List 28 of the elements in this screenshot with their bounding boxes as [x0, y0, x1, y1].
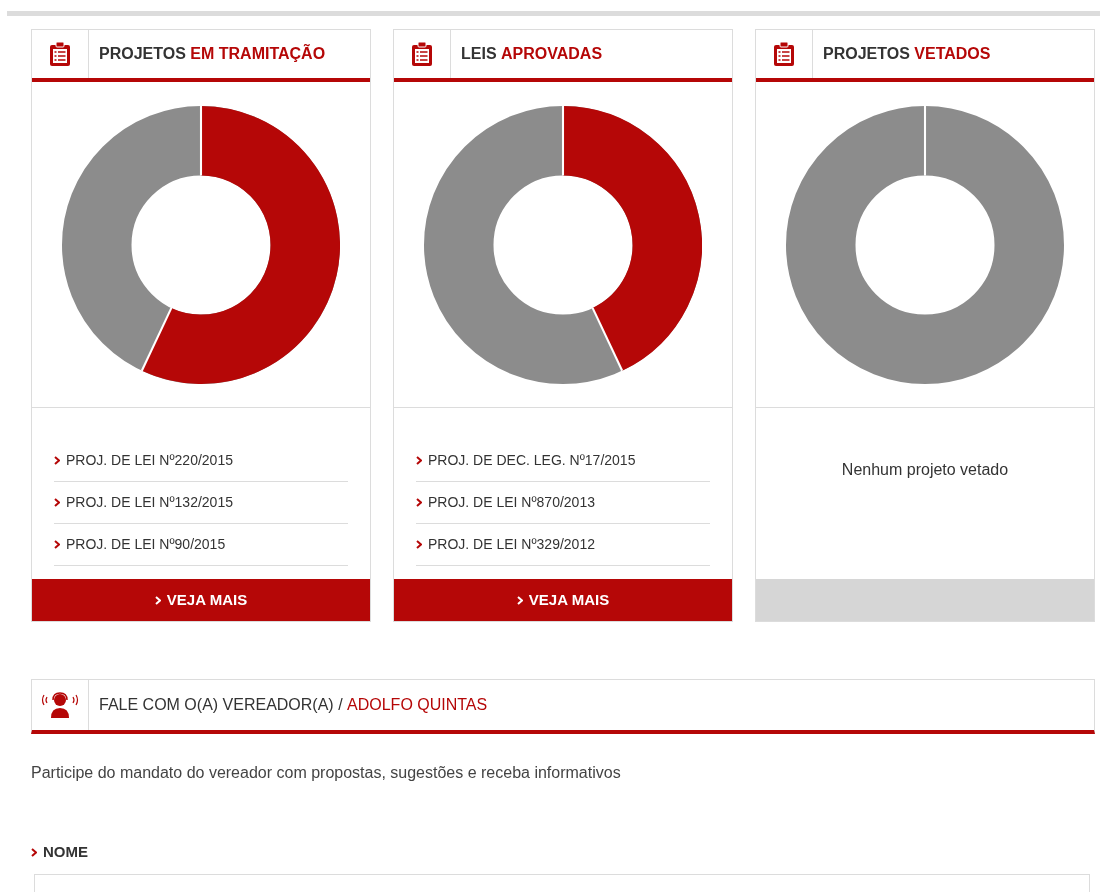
chevron-icon: [154, 595, 161, 605]
chevron-icon: [416, 456, 422, 465]
section-title: FALE COM O(A) VEREADOR(A) / ADOLFO QUINTAS: [98, 695, 488, 715]
chevron-icon: [54, 540, 60, 549]
clipboard-icon: [773, 41, 795, 67]
chevron-icon: [516, 595, 523, 605]
empty-message: Nenhum projeto vetado: [840, 460, 1010, 480]
chevron-icon: [31, 847, 37, 857]
clipboard-icon: [49, 41, 71, 67]
card-title: PROJETOS VETADOS: [822, 44, 991, 64]
see-more-button[interactable]: VEJA MAIS: [394, 579, 732, 621]
field-label: NOME: [31, 841, 1095, 864]
card-title: PROJETOS EM TRAMITAÇÃO: [98, 43, 326, 64]
card-title: LEIS APROVADAS: [460, 44, 603, 64]
clipboard-icon: [411, 41, 433, 67]
project-link[interactable]: PROJ. DE DEC. LEG. Nº17/2015: [416, 440, 710, 482]
project-link[interactable]: PROJ. DE LEI Nº132/2015: [54, 482, 348, 524]
chevron-icon: [416, 540, 422, 549]
description-text: Participe do mandato do vereador com propostas, sugestões e receba informativos: [31, 763, 622, 783]
project-link[interactable]: PROJ. DE LEI Nº90/2015: [54, 524, 348, 566]
project-link[interactable]: PROJ. DE LEI Nº220/2015: [54, 440, 348, 482]
see-more-button[interactable]: VEJA MAIS: [32, 579, 370, 621]
chevron-icon: [54, 498, 60, 507]
project-link[interactable]: PROJ. DE LEI Nº870/2013: [416, 482, 710, 524]
chevron-icon: [416, 498, 422, 507]
speaker-person-icon: [41, 691, 79, 719]
chevron-icon: [54, 456, 60, 465]
project-link[interactable]: PROJ. DE LEI Nº329/2012: [416, 524, 710, 566]
